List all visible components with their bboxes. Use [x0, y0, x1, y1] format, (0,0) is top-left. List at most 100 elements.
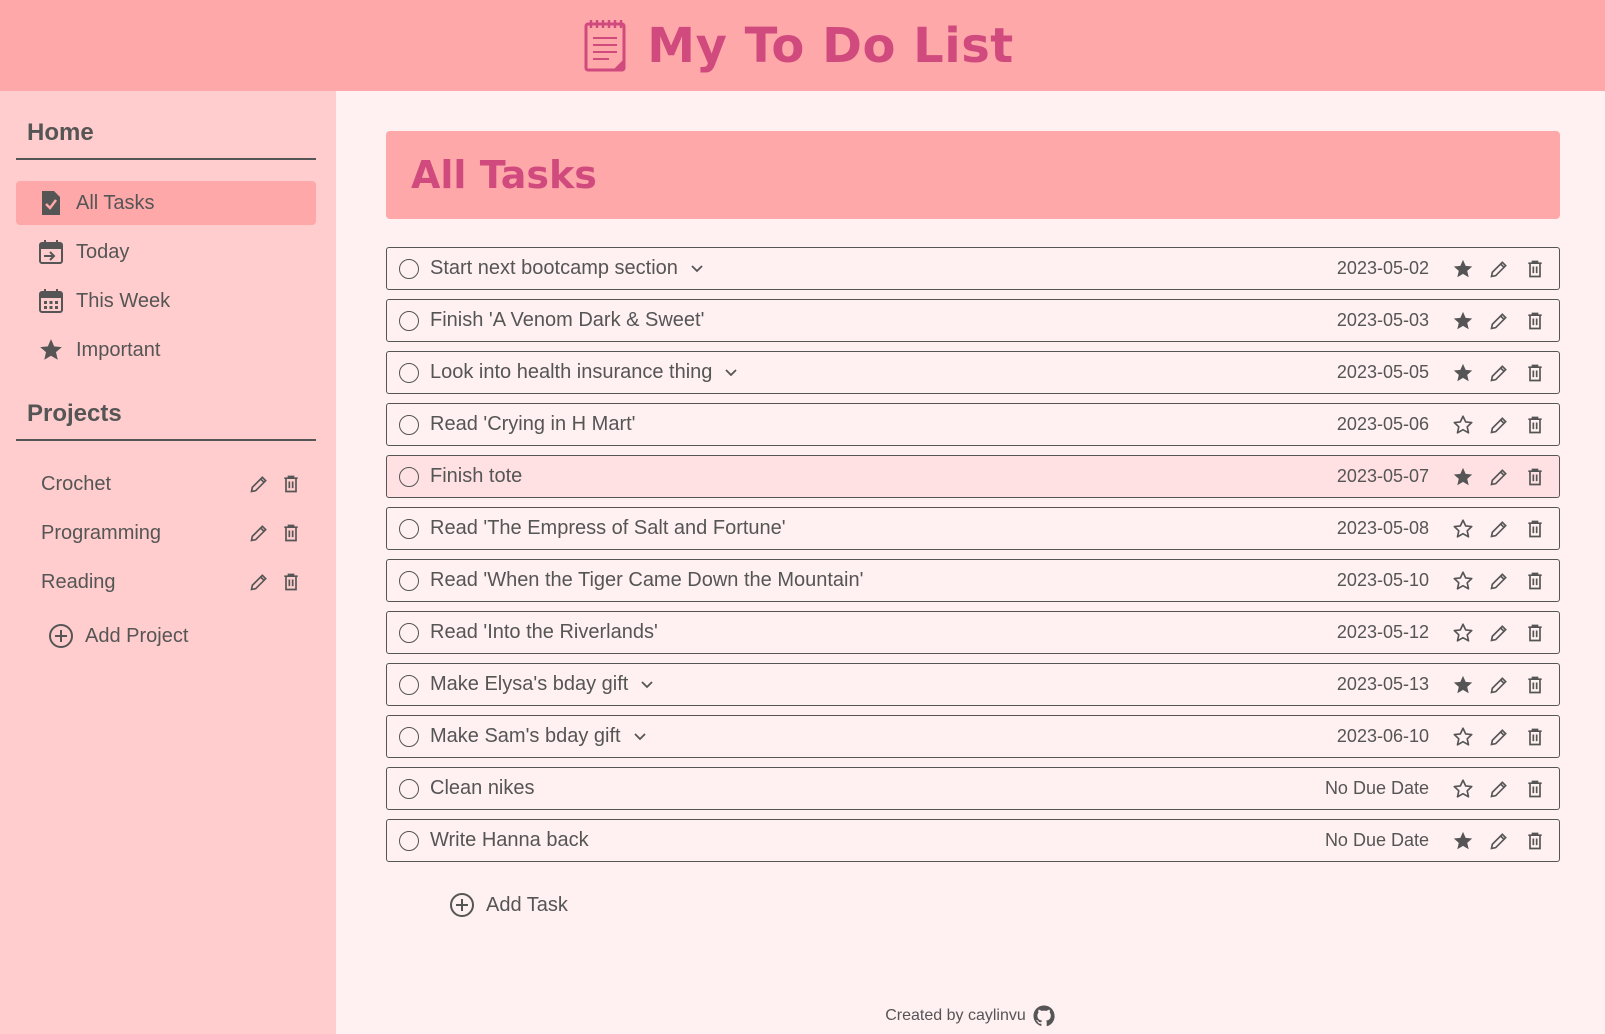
- star-outline-icon[interactable]: [1451, 777, 1475, 801]
- task-row[interactable]: Read 'When the Tiger Came Down the Mount…: [386, 559, 1560, 602]
- task-complete-checkbox[interactable]: [399, 414, 419, 435]
- pencil-icon[interactable]: [1487, 517, 1511, 541]
- pencil-icon[interactable]: [1487, 777, 1511, 801]
- trash-icon[interactable]: [1523, 257, 1547, 281]
- star-filled-icon[interactable]: [1451, 465, 1475, 489]
- task-complete-checkbox[interactable]: [399, 466, 419, 487]
- project-item-crochet[interactable]: Crochet: [41, 464, 303, 504]
- star-filled-icon[interactable]: [1451, 257, 1475, 281]
- task-row[interactable]: Read 'Into the Riverlands' 2023-05-12: [386, 611, 1560, 654]
- trash-icon[interactable]: [1523, 413, 1547, 437]
- task-due-date: 2023-05-06: [1336, 414, 1429, 434]
- star-filled-icon[interactable]: [1451, 673, 1475, 697]
- task-complete-checkbox[interactable]: [399, 622, 419, 643]
- pencil-icon[interactable]: [247, 570, 271, 594]
- star-filled-icon[interactable]: [1451, 309, 1475, 333]
- pencil-icon[interactable]: [1487, 621, 1511, 645]
- chevron-down-icon[interactable]: [688, 260, 706, 278]
- task-complete-checkbox[interactable]: [399, 518, 419, 539]
- pencil-icon[interactable]: [1487, 465, 1511, 489]
- pencil-icon[interactable]: [1487, 413, 1511, 437]
- trash-icon[interactable]: [1523, 309, 1547, 333]
- task-complete-checkbox[interactable]: [399, 830, 419, 851]
- pencil-icon[interactable]: [247, 521, 271, 545]
- task-row[interactable]: Read 'The Empress of Salt and Fortune' 20…: [386, 507, 1560, 550]
- plus-circle-icon: [448, 891, 476, 919]
- trash-icon[interactable]: [1523, 361, 1547, 385]
- pencil-icon[interactable]: [247, 472, 271, 496]
- pencil-icon[interactable]: [1487, 569, 1511, 593]
- trash-icon[interactable]: [1523, 621, 1547, 645]
- task-row[interactable]: Clean nikes No Due Date: [386, 767, 1560, 810]
- project-item-reading[interactable]: Reading: [41, 562, 303, 602]
- task-complete-checkbox[interactable]: [399, 258, 419, 279]
- task-row[interactable]: Start next bootcamp section 2023-05-02: [386, 247, 1560, 290]
- task-complete-checkbox[interactable]: [399, 570, 419, 591]
- task-row[interactable]: Read 'Crying in H Mart' 2023-05-06: [386, 403, 1560, 446]
- task-row[interactable]: Finish tote 2023-05-07: [386, 455, 1560, 498]
- task-row[interactable]: Look into health insurance thing 2023-05-…: [386, 351, 1560, 394]
- trash-icon[interactable]: [279, 472, 303, 496]
- task-due-date: 2023-05-03: [1336, 310, 1429, 330]
- trash-icon[interactable]: [1523, 725, 1547, 749]
- task-row[interactable]: Make Sam's bday gift 2023-06-10: [386, 715, 1560, 758]
- pencil-icon[interactable]: [1487, 361, 1511, 385]
- star-filled-icon[interactable]: [1451, 829, 1475, 853]
- add-task-button[interactable]: Add Task: [448, 891, 568, 919]
- chevron-down-icon[interactable]: [631, 728, 649, 746]
- trash-icon[interactable]: [1523, 829, 1547, 853]
- project-item-programming[interactable]: Programming: [41, 513, 303, 553]
- trash-icon[interactable]: [1523, 517, 1547, 541]
- task-due-date: 2023-05-13: [1336, 674, 1429, 694]
- add-task-label: Add Task: [486, 893, 568, 916]
- sidebar-item-important[interactable]: Important: [16, 328, 316, 372]
- project-name: Programming: [41, 521, 162, 544]
- task-complete-checkbox[interactable]: [399, 726, 419, 747]
- pencil-icon[interactable]: [1487, 829, 1511, 853]
- star-outline-icon[interactable]: [1451, 621, 1475, 645]
- star-outline-icon[interactable]: [1451, 413, 1475, 437]
- task-row[interactable]: Write Hanna back No Due Date: [386, 819, 1560, 862]
- task-row[interactable]: Make Elysa's bday gift 2023-05-13: [386, 663, 1560, 706]
- task-name: Start next bootcamp section: [430, 257, 678, 279]
- task-name: Read 'The Empress of Salt and Fortune': [430, 517, 786, 539]
- pencil-icon[interactable]: [1487, 257, 1511, 281]
- star-outline-icon[interactable]: [1451, 517, 1475, 541]
- star-outline-icon[interactable]: [1451, 725, 1475, 749]
- task-complete-checkbox[interactable]: [399, 310, 419, 331]
- task-name: Finish 'A Venom Dark & Sweet': [430, 309, 705, 331]
- task-due-date: 2023-05-10: [1336, 570, 1429, 590]
- star-outline-icon[interactable]: [1451, 569, 1475, 593]
- trash-icon[interactable]: [1523, 465, 1547, 489]
- chevron-down-icon[interactable]: [638, 676, 656, 694]
- trash-icon[interactable]: [1523, 673, 1547, 697]
- trash-icon[interactable]: [1523, 777, 1547, 801]
- task-due-date: No Due Date: [1324, 778, 1429, 798]
- trash-icon[interactable]: [1523, 569, 1547, 593]
- task-complete-checkbox[interactable]: [399, 362, 419, 383]
- chevron-down-icon[interactable]: [722, 364, 740, 382]
- page-title: All Tasks: [411, 153, 597, 197]
- star-filled-icon[interactable]: [1451, 361, 1475, 385]
- task-row[interactable]: Finish 'A Venom Dark & Sweet' 2023-05-03: [386, 299, 1560, 342]
- trash-icon[interactable]: [279, 521, 303, 545]
- pencil-icon[interactable]: [1487, 725, 1511, 749]
- task-due-date: 2023-05-07: [1336, 466, 1429, 486]
- sidebar: Home All Tasks Today This Week Important…: [0, 91, 336, 1034]
- task-name: Read 'When the Tiger Came Down the Mount…: [430, 569, 864, 591]
- sidebar-item-all-tasks[interactable]: All Tasks: [16, 181, 316, 225]
- sidebar-item-this-week[interactable]: This Week: [16, 279, 316, 323]
- task-due-date: 2023-06-10: [1336, 726, 1429, 746]
- add-project-button[interactable]: Add Project: [47, 622, 188, 650]
- sidebar-item-label: This Week: [76, 289, 171, 312]
- notepad-icon: [583, 18, 629, 74]
- task-complete-checkbox[interactable]: [399, 674, 419, 695]
- task-complete-checkbox[interactable]: [399, 778, 419, 799]
- pencil-icon[interactable]: [1487, 309, 1511, 333]
- task-name: Write Hanna back: [430, 829, 589, 851]
- pencil-icon[interactable]: [1487, 673, 1511, 697]
- project-name: Reading: [41, 570, 116, 593]
- sidebar-item-today[interactable]: Today: [16, 230, 316, 274]
- github-icon[interactable]: [1032, 1004, 1056, 1028]
- trash-icon[interactable]: [279, 570, 303, 594]
